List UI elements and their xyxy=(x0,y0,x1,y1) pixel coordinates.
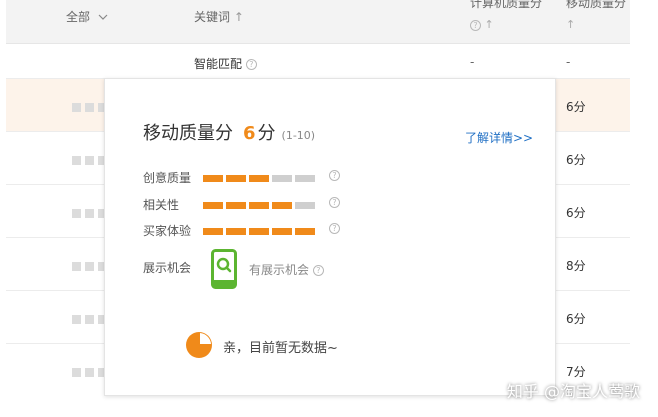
watermark: 知乎 @淘宝人莺歌 xyxy=(506,382,640,401)
column-mobile-quality-label: 移动质量分 xyxy=(566,0,627,10)
exposure-status: 有展示机会 xyxy=(249,263,310,277)
chevron-down-icon xyxy=(98,10,108,24)
column-pc-quality-label: 计算机质量分 xyxy=(470,0,543,10)
level-segment xyxy=(203,202,223,209)
table-header: 全部 关键词 ↑ 计算机质量分 ? ↑ 移动质量分 ↑ xyxy=(6,0,630,44)
no-data-text: 亲，目前暂无数据~ xyxy=(223,341,338,356)
level-segment xyxy=(203,175,223,182)
level-segment xyxy=(249,202,269,209)
metric-label: 买家体验 xyxy=(143,224,192,238)
mobile-search-icon xyxy=(211,249,237,292)
help-icon[interactable]: ? xyxy=(470,19,481,31)
level-segment xyxy=(226,228,246,235)
exposure-label: 展示机会 xyxy=(143,261,192,275)
help-icon[interactable]: ? xyxy=(329,197,340,208)
metric-buyer-experience: 买家体验 ? xyxy=(143,222,343,238)
level-segment xyxy=(203,228,223,235)
filter-all-dropdown[interactable]: 全部 xyxy=(66,10,108,24)
metric-creative-quality: 创意质量 ? xyxy=(143,169,343,185)
column-keyword-label: 关键词 xyxy=(194,10,231,24)
level-segment xyxy=(295,202,315,209)
sort-arrow-icon: ↑ xyxy=(566,18,576,31)
level-segment xyxy=(272,228,292,235)
sort-arrow-icon: ↑ xyxy=(233,10,244,24)
exposure-opportunity: 展示机会 有展示机会 ? xyxy=(143,249,383,301)
column-mobile-quality[interactable]: 移动质量分 ↑ xyxy=(566,0,626,32)
popup-title: 移动质量分 6 分 (1-10) xyxy=(143,119,315,145)
metric-label: 相关性 xyxy=(143,198,180,212)
sort-arrow-icon: ↑ xyxy=(484,18,494,31)
mobile-quality-value: - xyxy=(566,55,571,69)
mobile-score: 6分 xyxy=(566,312,586,326)
help-icon[interactable]: ? xyxy=(245,59,257,70)
level-segment xyxy=(249,228,269,235)
help-icon[interactable]: ? xyxy=(329,170,340,181)
learn-more-link[interactable]: 了解详情>> xyxy=(465,129,533,146)
table-row: 智能匹配 ? - - xyxy=(6,45,630,79)
mobile-score: 6分 xyxy=(566,100,586,114)
pie-chart-icon xyxy=(185,331,213,362)
mobile-score: 6分 xyxy=(566,153,586,167)
popup-score-range: (1-10) xyxy=(281,129,316,142)
popup-title-text: 移动质量分 xyxy=(143,123,233,144)
column-keyword[interactable]: 关键词 ↑ xyxy=(194,10,244,24)
mobile-score: 6分 xyxy=(566,206,586,220)
help-icon[interactable]: ? xyxy=(312,265,324,276)
metric-relevance: 相关性 ? xyxy=(143,196,343,212)
level-segment xyxy=(295,175,315,182)
help-icon[interactable]: ? xyxy=(329,223,340,234)
level-segment xyxy=(272,202,292,209)
metric-label: 创意质量 xyxy=(143,171,192,185)
pc-quality-value: - xyxy=(470,55,475,69)
level-segment xyxy=(226,202,246,209)
keyword-text: 智能匹配 xyxy=(194,57,243,71)
column-pc-quality[interactable]: 计算机质量分 ? ↑ xyxy=(470,0,542,32)
level-segment xyxy=(226,175,246,182)
mobile-score: 8分 xyxy=(566,259,586,273)
level-segment xyxy=(272,175,292,182)
level-segment xyxy=(295,228,315,235)
mobile-quality-popup: 移动质量分 6 分 (1-10) 了解详情>> 创意质量 ? 相关性 ? 买家体验 ?… xyxy=(104,78,556,396)
popup-score: 6 xyxy=(243,123,256,144)
level-segment xyxy=(249,175,269,182)
popup-score-unit: 分 xyxy=(257,123,276,144)
filter-all-label: 全部 xyxy=(66,10,91,24)
